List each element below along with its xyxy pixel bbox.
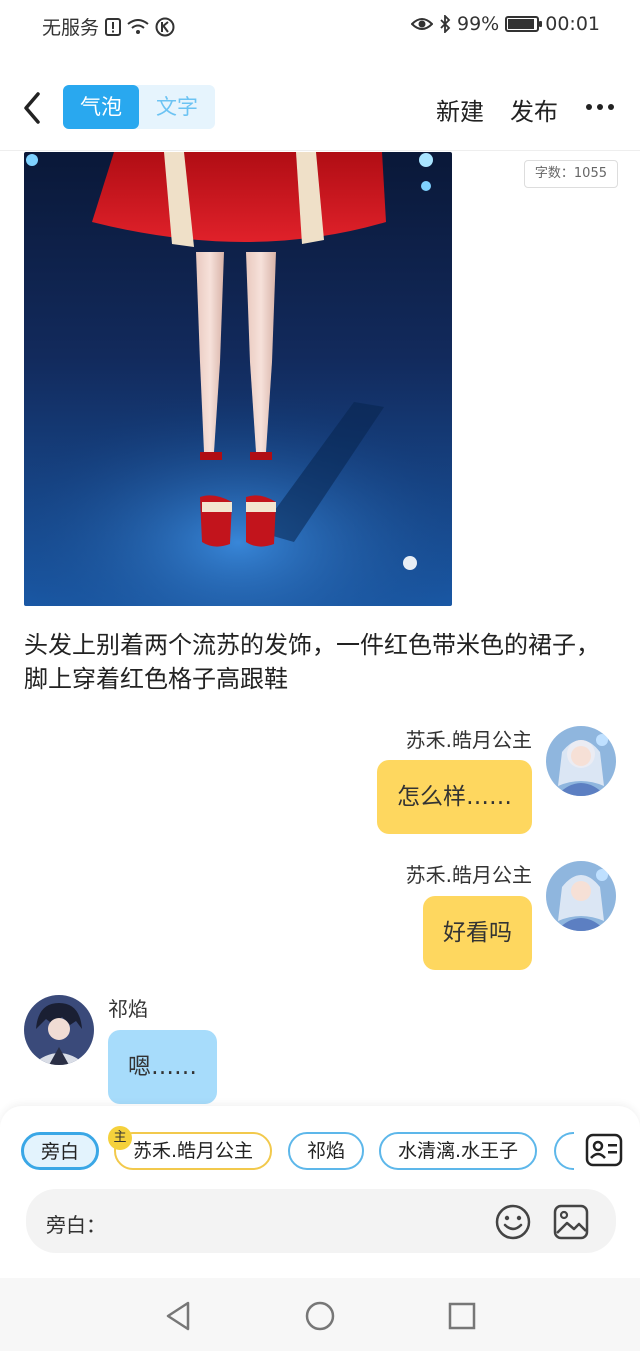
new-button[interactable]: 新建 [436,92,484,127]
triangle-back-icon [166,1301,190,1331]
mode-switch: 气泡 文字 [63,85,215,129]
role-chip[interactable]: 祁焰 [288,1132,365,1170]
top-nav: 气泡 文字 新建 发布 [0,70,640,146]
chevron-left-icon [24,92,40,124]
role-chip-main[interactable]: 苏禾.皓月公主 [114,1132,273,1170]
smiley-icon [495,1204,531,1240]
message-bubble[interactable]: 怎么样…… [377,760,532,834]
system-home-button[interactable] [302,1298,338,1334]
circle-home-icon [305,1301,335,1331]
role-chip[interactable]: 水清漓.水王子 [379,1132,538,1170]
image-button[interactable] [552,1203,590,1241]
image-icon [553,1204,589,1240]
avatar[interactable] [24,995,94,1065]
system-nav-bar [0,1278,640,1351]
emoji-button[interactable] [494,1203,532,1241]
sender-name: 苏禾.皓月公主 [405,728,532,752]
battery-percent: 99% [457,13,500,35]
publish-button[interactable]: 发布 [510,92,558,127]
story-image[interactable] [24,152,452,606]
role-manager-button[interactable] [584,1130,624,1170]
eye-icon [411,16,433,32]
main-role-badge: 主 [108,1126,132,1150]
sim-alert-icon [105,17,122,36]
message-bubble[interactable]: 好看吗 [423,896,532,970]
system-recents-button[interactable] [444,1298,480,1334]
contact-card-icon [585,1133,623,1167]
sender-name: 苏禾.皓月公主 [405,863,532,887]
battery-icon [505,16,543,32]
input-prefix: 旁白： [46,1213,106,1237]
message-input[interactable]: 旁白： [26,1189,616,1253]
k-badge-icon [155,17,175,37]
bluetooth-icon [439,15,451,33]
sender-name: 祁焰 [108,997,148,1021]
avatar[interactable] [546,726,616,796]
word-count-badge: 字数：1055 [523,160,618,188]
tab-text[interactable]: 文字 [139,85,215,129]
narration-text[interactable]: 头发上别着两个流苏的发饰，一件红色带米色的裙子，脚上穿着红色格子高跟鞋 [24,628,614,696]
square-recents-icon [448,1302,476,1330]
more-options-icon[interactable] [586,104,614,110]
back-button[interactable] [18,88,50,128]
message-bubble[interactable]: 嗯…… [108,1030,217,1104]
tab-bubble[interactable]: 气泡 [63,85,139,129]
clock-time: 00:01 [545,13,600,35]
system-back-button[interactable] [160,1298,196,1334]
wifi-icon [127,18,149,35]
role-chip-narrator[interactable]: 旁白 [21,1132,100,1170]
status-bar: 无服务 99% 00:01 [0,0,640,52]
carrier-text: 无服务 [42,17,100,39]
nav-divider [0,150,640,151]
avatar[interactable] [546,861,616,931]
